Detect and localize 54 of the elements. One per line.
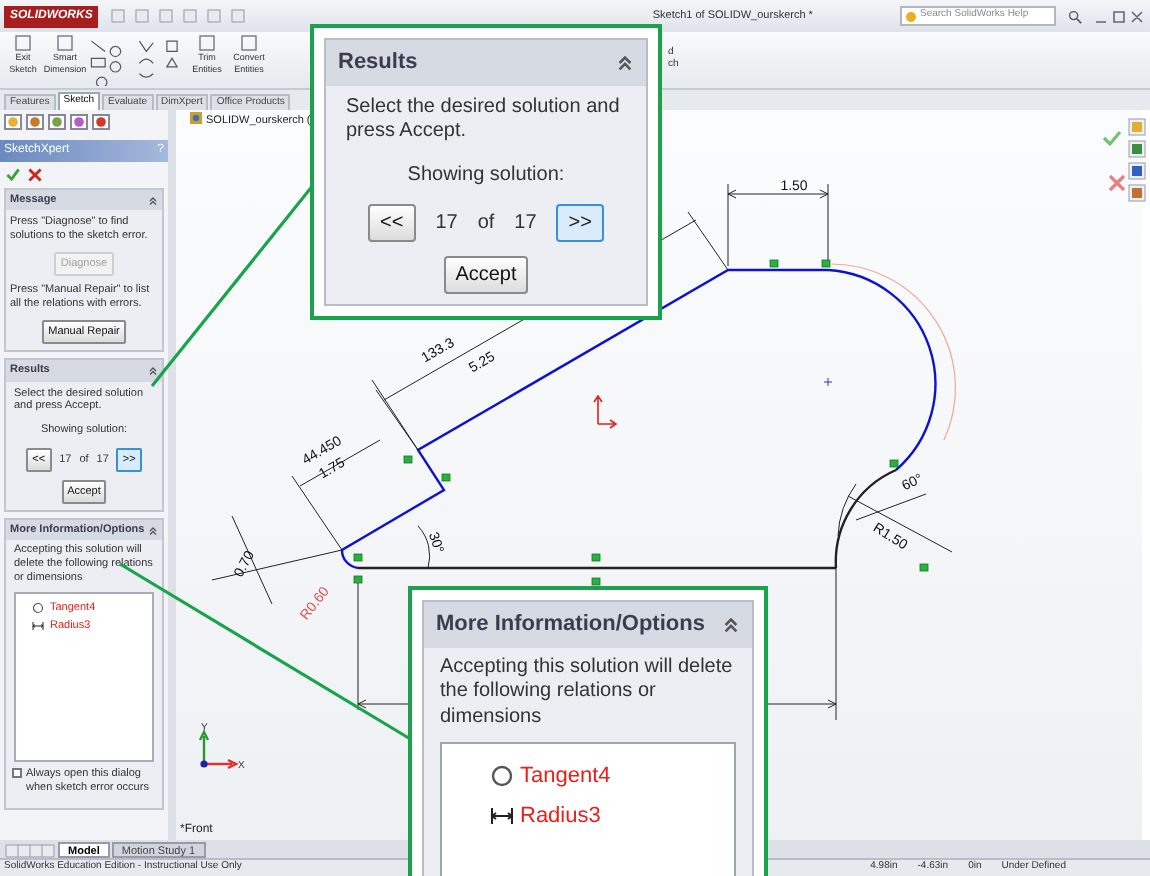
showing-label: Showing solution: bbox=[407, 161, 565, 189]
dimension-icon bbox=[490, 803, 514, 828]
manager-tab-icon[interactable] bbox=[92, 114, 110, 130]
current-solution: 17 bbox=[435, 209, 458, 237]
manager-tab-icon[interactable] bbox=[70, 114, 88, 130]
collapse-icon[interactable] bbox=[148, 525, 158, 536]
cancel-x-icon[interactable] bbox=[1108, 174, 1126, 192]
relation-marker-icon[interactable] bbox=[769, 259, 779, 268]
relation-marker-icon[interactable] bbox=[591, 577, 601, 586]
collapse-icon[interactable] bbox=[722, 615, 740, 634]
collapse-icon[interactable] bbox=[616, 53, 634, 72]
group-title: More Information/Options bbox=[436, 610, 705, 640]
tool-icon bbox=[56, 34, 74, 52]
collapse-icon[interactable] bbox=[148, 195, 158, 206]
relation-marker-icon[interactable] bbox=[889, 459, 899, 468]
relation-marker-icon[interactable] bbox=[353, 575, 363, 584]
relation-item[interactable]: Tangent4 bbox=[520, 760, 611, 793]
search-icon[interactable] bbox=[1068, 9, 1082, 23]
relation-marker-icon[interactable] bbox=[353, 553, 363, 562]
origin-icon bbox=[593, 394, 618, 429]
confirm-check-icon[interactable] bbox=[1102, 130, 1122, 148]
tree-root-icon[interactable] bbox=[190, 112, 202, 124]
instruction-text: Select the desired solution and press Accept. bbox=[346, 95, 622, 145]
relation-item[interactable]: Radius3 bbox=[520, 799, 601, 832]
tool-icon bbox=[14, 34, 32, 52]
window-controls-icon[interactable] bbox=[1094, 9, 1146, 23]
manager-tab-icon[interactable] bbox=[4, 114, 22, 130]
relation-marker-icon[interactable] bbox=[403, 455, 413, 464]
tab-scroll-icon[interactable] bbox=[4, 844, 56, 858]
cancel-x-icon[interactable] bbox=[28, 168, 42, 182]
manager-tab-icon[interactable] bbox=[48, 114, 66, 130]
push-button[interactable]: Accept bbox=[443, 255, 529, 293]
sketch-tools-icon[interactable] bbox=[88, 34, 184, 86]
ok-check-icon[interactable] bbox=[6, 168, 20, 182]
manager-tab-icon[interactable] bbox=[26, 114, 44, 130]
checkbox[interactable] bbox=[12, 767, 22, 778]
relation-marker-icon[interactable] bbox=[919, 563, 929, 572]
push-button[interactable]: << bbox=[368, 203, 416, 241]
circle-icon bbox=[490, 764, 514, 789]
info-text: Accepting this solution will delete the following relations or dimensions bbox=[438, 655, 735, 730]
circle-icon bbox=[32, 602, 44, 614]
tool-icon bbox=[198, 34, 216, 52]
of-label: of bbox=[477, 209, 495, 237]
relation-marker-icon[interactable] bbox=[441, 473, 451, 482]
relation-marker-icon[interactable] bbox=[821, 259, 831, 268]
group-title: Results bbox=[338, 48, 418, 78]
triad-icon bbox=[198, 729, 239, 770]
dimension-icon bbox=[32, 620, 44, 633]
relation-marker-icon[interactable] bbox=[591, 553, 601, 562]
center-point-icon bbox=[823, 377, 833, 387]
tool-icon bbox=[240, 34, 258, 52]
collapse-icon[interactable] bbox=[148, 365, 158, 376]
total-solutions: 17 bbox=[514, 209, 537, 237]
push-button[interactable]: >> bbox=[556, 203, 604, 241]
